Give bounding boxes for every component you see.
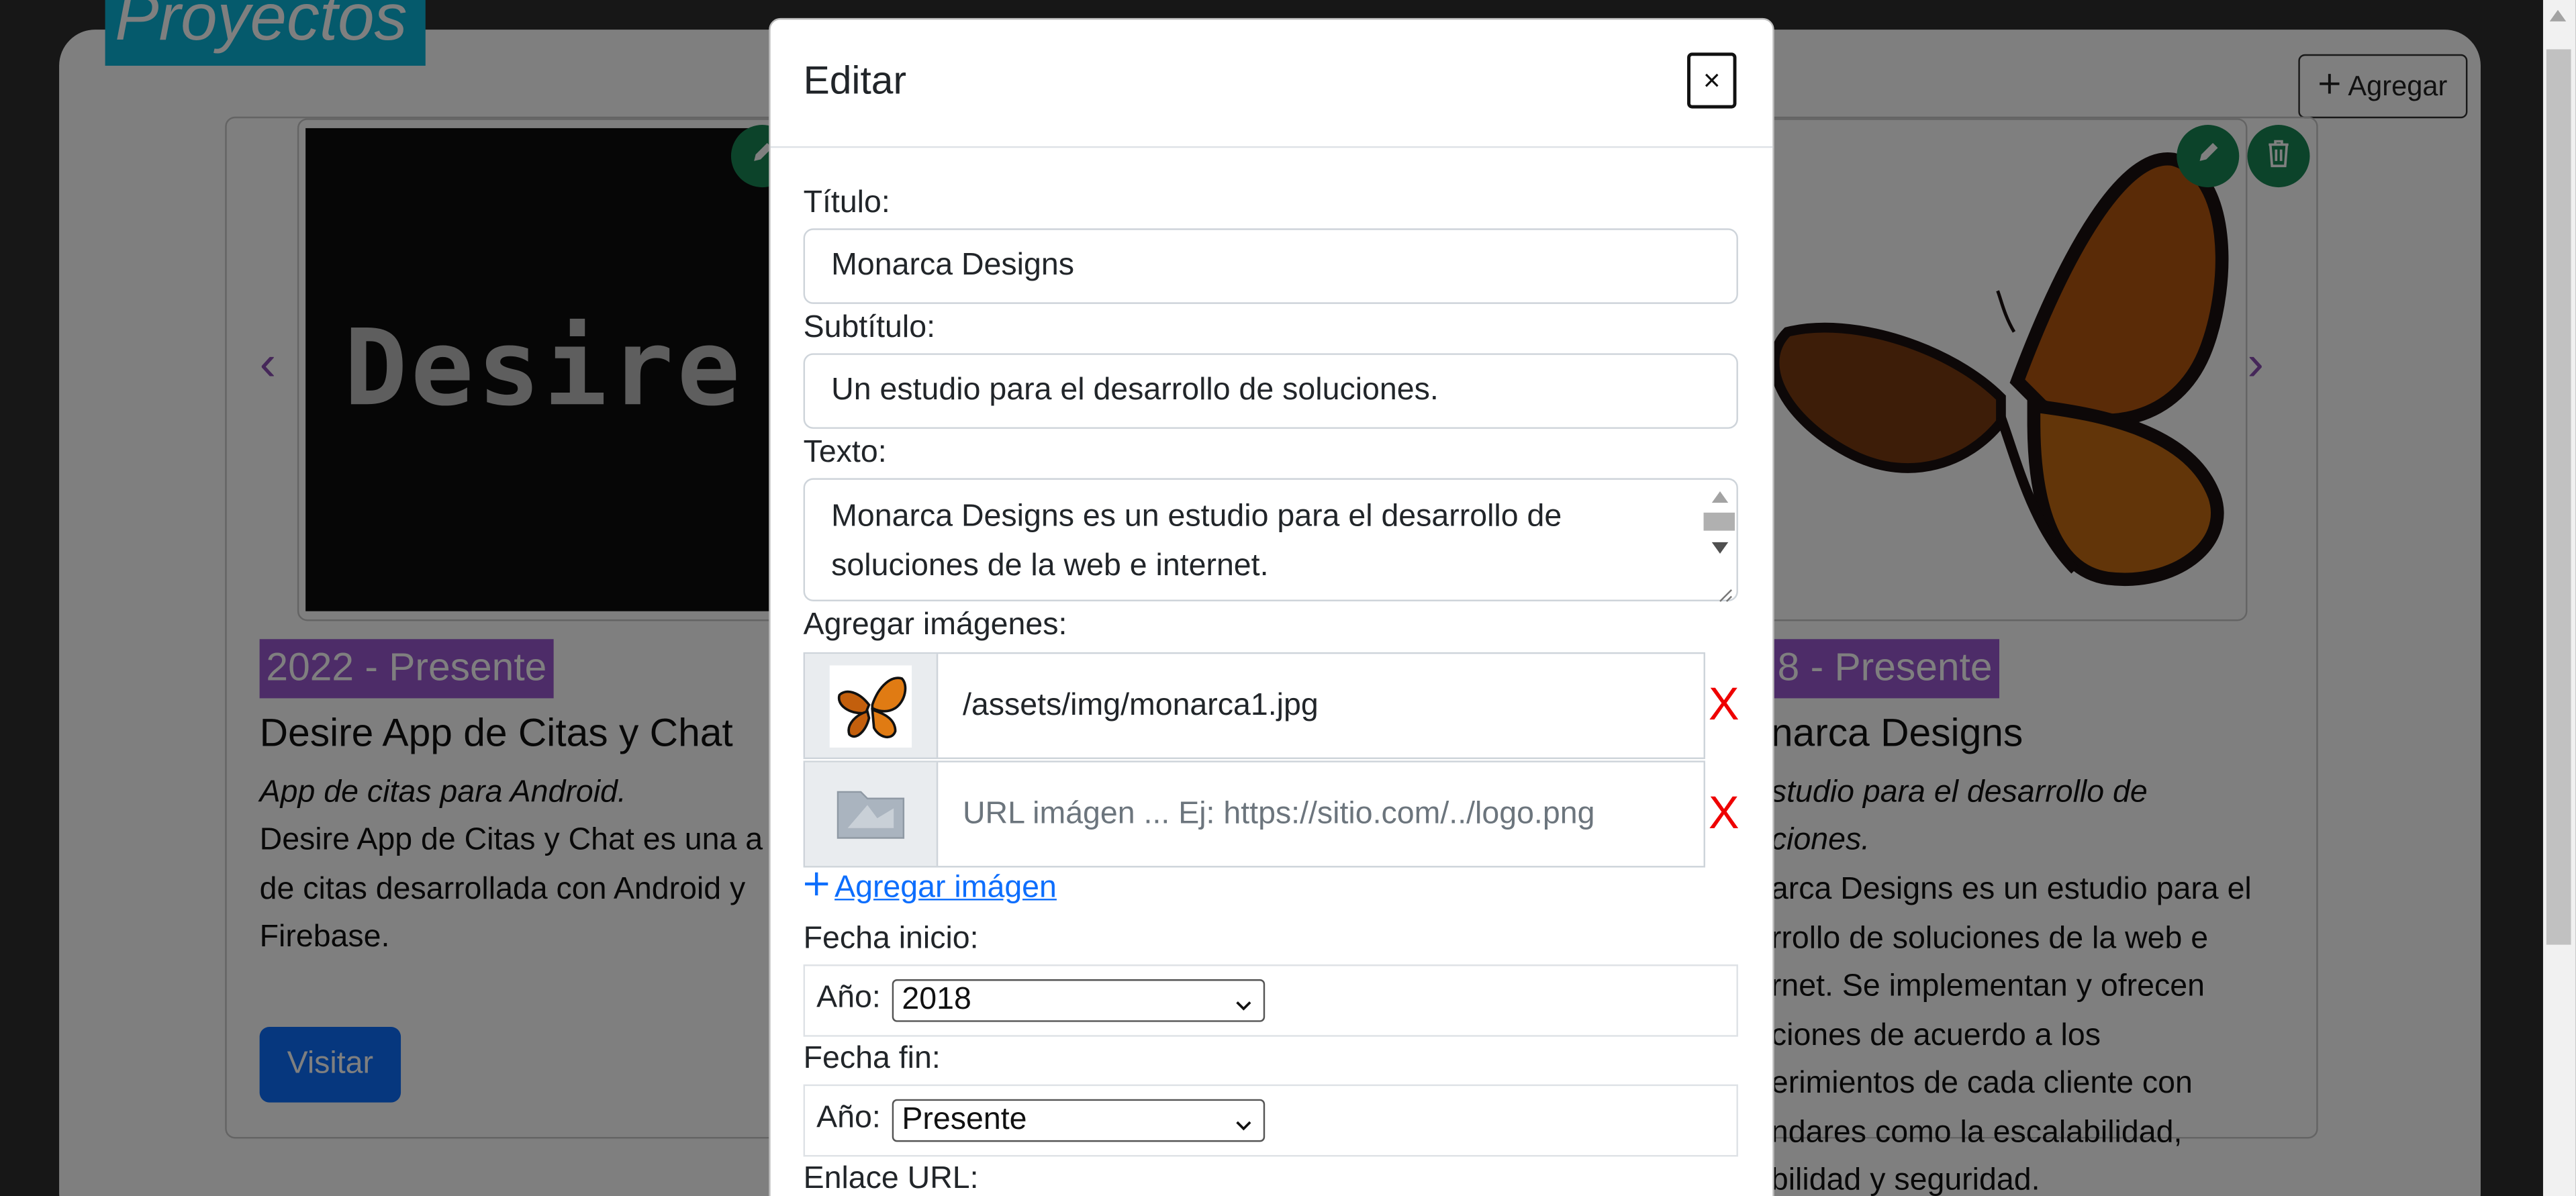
image-url-row: /assets/img/monarca1.jpg	[803, 652, 1705, 759]
modal-title: Editar	[803, 59, 907, 104]
fecha-fin-group: Año: Presente	[803, 1084, 1738, 1157]
anio-label: Año:	[816, 981, 881, 1015]
add-image-label: Agregar imágen	[834, 870, 1057, 905]
image-url-row: URL imágen ... Ej: https://sitio.com/../…	[803, 760, 1705, 868]
fecha-fin-label: Fecha fin:	[803, 1042, 941, 1077]
fecha-inicio-group: Año: 2018	[803, 964, 1738, 1037]
page-scroll-thumb[interactable]	[2546, 49, 2571, 945]
chevron-down-icon	[1234, 1107, 1253, 1147]
image-thumbnail	[805, 762, 939, 866]
modal-header-divider	[770, 146, 1773, 148]
imagenes-label: Agregar imágenes:	[803, 607, 1067, 643]
subtitulo-input[interactable]: Un estudio para el desarrollo de solucio…	[803, 353, 1738, 429]
remove-image-button[interactable]: X	[1709, 788, 1739, 838]
chevron-down-icon	[1234, 987, 1253, 1027]
fecha-inicio-selected: 2018	[902, 982, 971, 1017]
close-button[interactable]: ×	[1687, 52, 1737, 109]
titulo-input[interactable]: Monarca Designs	[803, 228, 1738, 304]
textarea-scroll-thumb[interactable]	[1703, 512, 1735, 531]
edit-modal: Editar × Título: Monarca Designs Subtítu…	[769, 17, 1774, 1196]
remove-image-button[interactable]: X	[1709, 679, 1739, 729]
enlace-url-label: Enlace URL:	[803, 1161, 979, 1196]
fecha-fin-selected: Presente	[902, 1102, 1027, 1138]
fecha-inicio-select[interactable]: 2018	[892, 979, 1266, 1022]
fecha-fin-select[interactable]: Presente	[892, 1099, 1266, 1142]
texto-textarea[interactable]: Monarca Designs es un estudio para el de…	[803, 478, 1738, 601]
image-url-input[interactable]: URL imágen ... Ej: https://sitio.com/../…	[963, 762, 1594, 866]
close-icon: ×	[1703, 63, 1721, 97]
titulo-label: Título:	[803, 185, 890, 221]
folder-image-icon	[834, 779, 907, 849]
textarea-scroll-up[interactable]	[1711, 491, 1729, 503]
butterfly-thumbnail-icon	[829, 664, 912, 747]
fecha-inicio-label: Fecha inicio:	[803, 921, 979, 956]
image-thumbnail	[805, 654, 939, 758]
anio-label: Año:	[816, 1101, 881, 1136]
add-image-link[interactable]: Agregar imágen	[804, 870, 1057, 907]
resize-grip-icon[interactable]	[1717, 582, 1733, 602]
textarea-scroll-down[interactable]	[1711, 542, 1729, 554]
scroll-up-arrow[interactable]	[2549, 9, 2567, 21]
image-url-value[interactable]: /assets/img/monarca1.jpg	[963, 654, 1319, 757]
subtitulo-label: Subtítulo:	[803, 310, 936, 346]
texto-label: Texto:	[803, 435, 887, 470]
plus-icon	[804, 870, 830, 907]
